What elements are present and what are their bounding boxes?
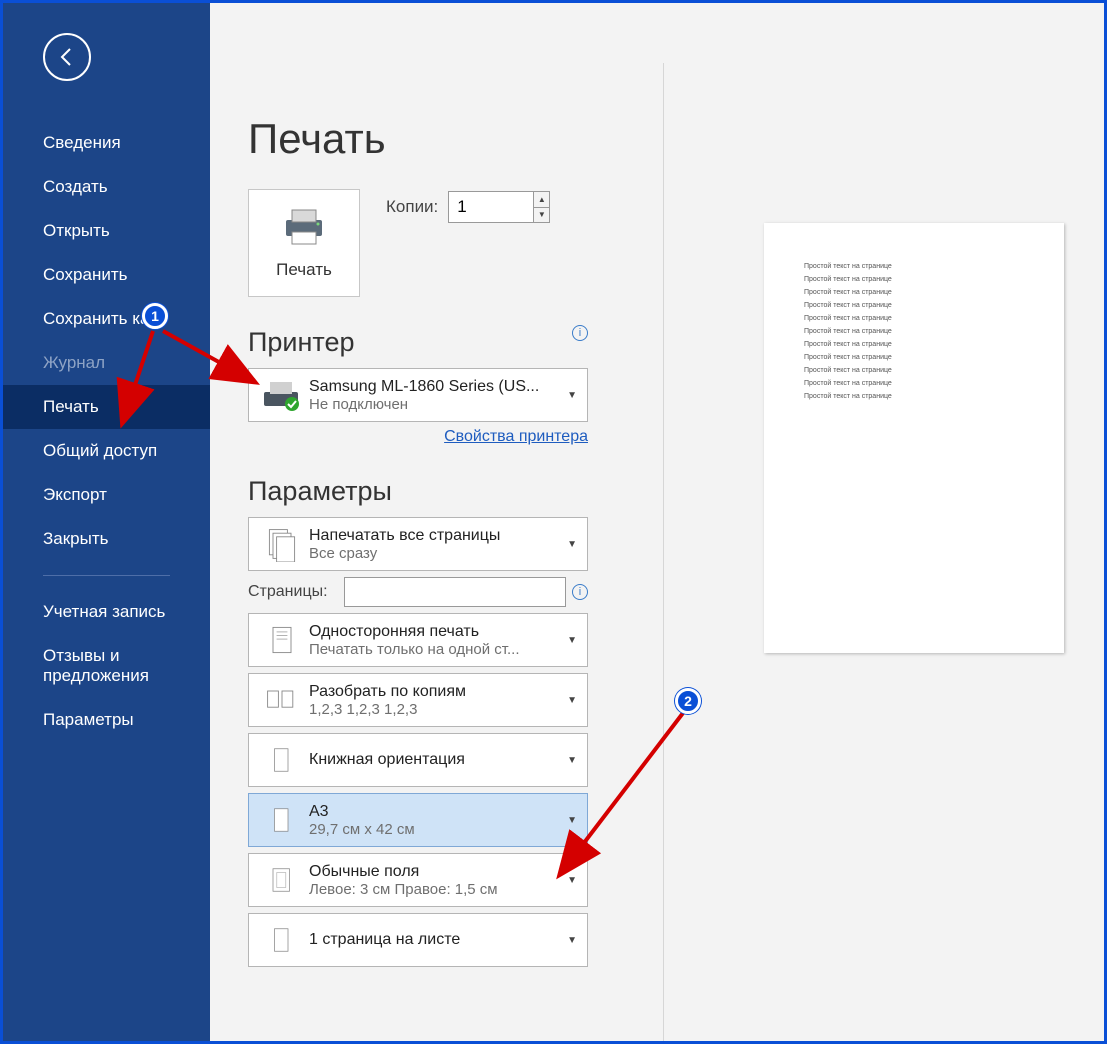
back-button[interactable] — [43, 33, 91, 81]
spinner-down-icon[interactable]: ▼ — [534, 208, 549, 223]
option-collate[interactable]: Разобрать по копиям 1,2,3 1,2,3 1,2,3 ▼ — [248, 673, 588, 727]
one-sided-icon — [259, 620, 305, 660]
annotation-badge-2: 2 — [675, 688, 701, 714]
nav-close[interactable]: Закрыть — [3, 517, 210, 561]
annotation-badge-1: 1 — [142, 303, 168, 329]
option-paper-size[interactable]: A3 29,7 см x 42 см ▼ — [248, 793, 588, 847]
nav-history[interactable]: Журнал — [3, 341, 210, 385]
option-margins[interactable]: Обычные поля Левое: 3 см Правое: 1,5 см … — [248, 853, 588, 907]
nav-options[interactable]: Параметры — [3, 698, 210, 742]
copies-spinner[interactable]: ▲ ▼ — [534, 191, 550, 223]
nav-new[interactable]: Создать — [3, 165, 210, 209]
chevron-down-icon: ▼ — [567, 539, 577, 550]
arrow-left-icon — [55, 45, 79, 69]
nav-export[interactable]: Экспорт — [3, 473, 210, 517]
printer-status: Не подключен — [309, 396, 561, 413]
print-preview-pane: Простой текст на странице Простой текст … — [663, 63, 1104, 1041]
collate-icon — [259, 680, 305, 720]
copies-label: Копии: — [386, 197, 438, 217]
printer-icon — [282, 206, 326, 246]
chevron-down-icon: ▼ — [567, 935, 577, 946]
option-print-range[interactable]: Напечатать все страницы Все сразу ▼ — [248, 517, 588, 571]
nav-saveas[interactable]: Сохранить как — [3, 297, 210, 341]
pages-label: Страницы: — [248, 583, 344, 601]
chevron-down-icon: ▼ — [567, 755, 577, 766]
nav-open[interactable]: Открыть — [3, 209, 210, 253]
chevron-down-icon: ▼ — [567, 390, 577, 401]
nav-share[interactable]: Общий доступ — [3, 429, 210, 473]
print-button[interactable]: Печать — [248, 189, 360, 297]
printer-name: Samsung ML-1860 Series (US... — [309, 378, 561, 396]
nav-save[interactable]: Сохранить — [3, 253, 210, 297]
option-orientation[interactable]: Книжная ориентация ▼ — [248, 733, 588, 787]
nav-feedback[interactable]: Отзывы и предложения — [3, 634, 210, 698]
portrait-icon — [259, 740, 305, 780]
print-button-label: Печать — [276, 260, 332, 280]
option-pages-per-sheet[interactable]: 1 страница на листе ▼ — [248, 913, 588, 967]
printer-selector[interactable]: Samsung ML-1860 Series (US... Не подключ… — [248, 368, 588, 422]
nav-account[interactable]: Учетная запись — [3, 590, 210, 634]
margins-icon — [259, 860, 305, 900]
chevron-down-icon: ▼ — [567, 875, 577, 886]
printer-properties-link[interactable]: Свойства принтера — [444, 428, 588, 445]
option-sides[interactable]: Односторонняя печать Печатать только на … — [248, 613, 588, 667]
pages-input[interactable] — [344, 577, 566, 607]
printer-heading: Принтер — [248, 327, 572, 358]
printer-device-icon — [259, 375, 305, 415]
pages-icon — [259, 524, 305, 564]
chevron-down-icon: ▼ — [567, 635, 577, 646]
spinner-up-icon[interactable]: ▲ — [534, 192, 549, 208]
file-backstage-sidebar: Сведения Создать Открыть Сохранить Сохра… — [3, 3, 210, 1041]
pages-per-sheet-icon — [259, 920, 305, 960]
paper-size-icon — [259, 800, 305, 840]
nav-info[interactable]: Сведения — [3, 121, 210, 165]
info-icon[interactable]: i — [572, 584, 588, 600]
copies-input[interactable] — [448, 191, 534, 223]
chevron-down-icon: ▼ — [567, 815, 577, 826]
nav-print[interactable]: Печать — [3, 385, 210, 429]
preview-page: Простой текст на странице Простой текст … — [764, 223, 1064, 653]
nav-separator — [43, 575, 170, 576]
chevron-down-icon: ▼ — [567, 695, 577, 706]
info-icon[interactable]: i — [572, 325, 588, 341]
